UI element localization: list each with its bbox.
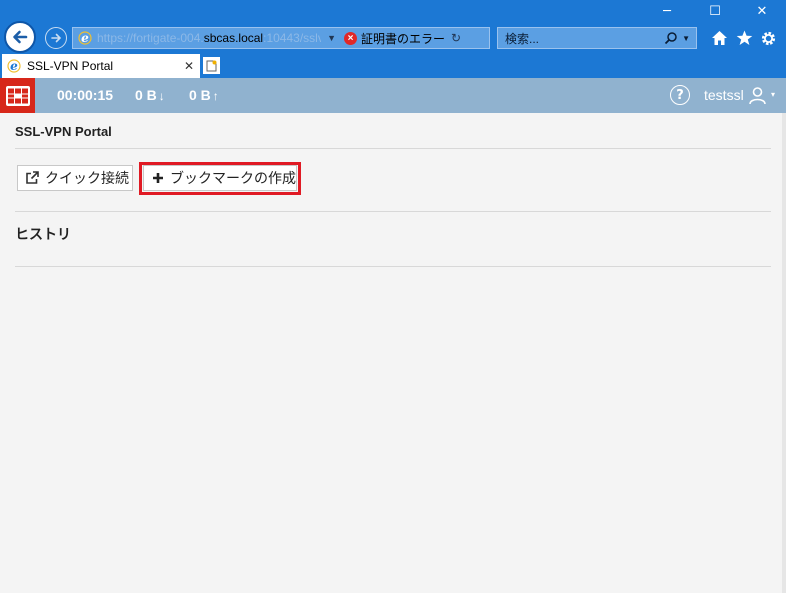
quick-connect-label: クイック接続: [45, 171, 129, 187]
tab-ssl-vpn-portal[interactable]: e SSL-VPN Portal ✕: [2, 54, 200, 78]
help-icon[interactable]: ?: [670, 85, 690, 105]
ie-logo-icon: e: [78, 31, 92, 45]
page-title: SSL-VPN Portal: [15, 124, 112, 139]
download-value: 0 B: [135, 87, 157, 103]
username[interactable]: testssl: [704, 87, 744, 103]
quick-connect-button[interactable]: クイック接続: [17, 165, 133, 191]
forward-arrow-icon: [51, 33, 62, 43]
tab-close-icon[interactable]: ✕: [184, 59, 194, 73]
url-suffix: :10443/sslvpn/portal: [263, 31, 322, 45]
upload-value: 0 B: [189, 87, 211, 103]
address-dropdown-icon[interactable]: ▼: [327, 33, 336, 43]
minimize-button[interactable]: ─: [657, 4, 677, 19]
tab-bar: e SSL-VPN Portal ✕: [0, 54, 786, 78]
user-menu-chevron-icon[interactable]: ▾: [771, 90, 775, 99]
divider: [15, 148, 771, 149]
new-tab-button[interactable]: [203, 57, 220, 74]
cert-error-icon[interactable]: ×: [344, 31, 358, 45]
cert-error-label[interactable]: 証明書のエラー: [361, 30, 445, 47]
svg-text:e: e: [10, 59, 18, 73]
search-box[interactable]: 検索... ▼: [497, 27, 697, 49]
download-counter: 0 B ↓: [135, 87, 165, 103]
back-arrow-icon: [13, 30, 28, 44]
search-icon[interactable]: [664, 31, 678, 45]
search-dropdown-icon[interactable]: ▼: [682, 34, 690, 43]
scrollbar[interactable]: [782, 113, 786, 593]
user-icon[interactable]: [748, 86, 767, 105]
highlight-box: [139, 162, 301, 195]
url-prefix: https://fortigate-004.: [97, 31, 204, 45]
search-placeholder: 検索...: [505, 31, 540, 46]
new-tab-icon: [206, 60, 217, 71]
tab-title: SSL-VPN Portal: [27, 59, 114, 73]
upload-counter: 0 B ↑: [189, 87, 219, 103]
divider: [15, 266, 771, 267]
forward-button[interactable]: [45, 27, 67, 49]
ie-tab-icon: e: [7, 59, 21, 73]
maximize-button[interactable]: ☐: [705, 4, 725, 19]
external-link-icon: [26, 171, 39, 184]
favorites-star-icon[interactable]: [736, 30, 753, 46]
url-host: sbcas.local: [203, 31, 264, 45]
divider: [15, 211, 771, 212]
fortinet-logo: [0, 78, 35, 113]
address-bar[interactable]: e https://fortigate-004. sbcas.local :10…: [72, 27, 490, 49]
back-button[interactable]: [4, 21, 36, 53]
upload-arrow-icon: ↑: [212, 89, 219, 103]
session-timer: 00:00:15: [57, 87, 114, 103]
history-title: ヒストリ: [15, 226, 71, 242]
download-arrow-icon: ↓: [158, 89, 165, 103]
browser-titlebar: ─ ☐ ✕ e https://fortigate-004. sbcas.loc…: [0, 0, 786, 54]
fortinet-logo-icon: [5, 85, 30, 106]
close-button[interactable]: ✕: [752, 4, 772, 19]
home-icon[interactable]: [711, 30, 728, 46]
vpn-header-bar: 00:00:15 0 B ↓ 0 B ↑ ? testssl ▾: [0, 78, 786, 113]
refresh-icon[interactable]: ↻: [451, 31, 461, 45]
settings-gear-icon[interactable]: [760, 30, 777, 47]
svg-text:e: e: [81, 31, 89, 45]
